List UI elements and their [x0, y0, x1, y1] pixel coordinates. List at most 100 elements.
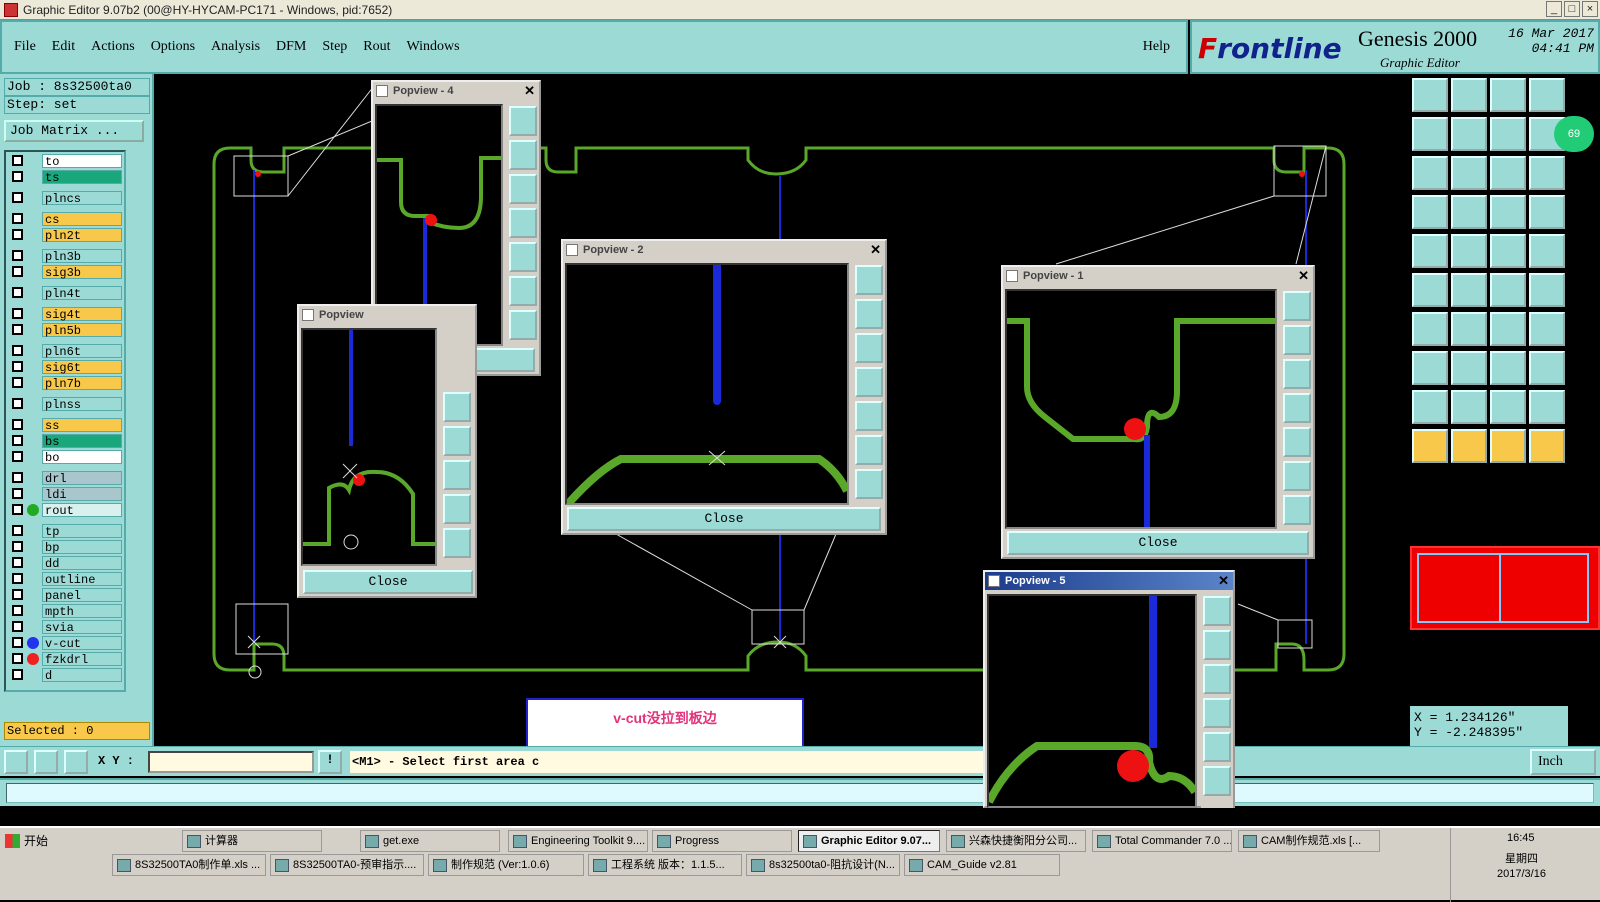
popview-1-view[interactable] [1005, 289, 1277, 529]
pan-up-icon[interactable] [855, 299, 883, 329]
layer-name[interactable]: pln6t [42, 344, 122, 359]
help-icon[interactable] [1529, 156, 1565, 190]
component-icon[interactable] [1529, 351, 1565, 385]
layer-row-v-cut[interactable]: v-cut [8, 636, 122, 651]
menu-actions[interactable]: Actions [91, 39, 135, 55]
layer-checkbox[interactable] [12, 308, 23, 319]
layer-name[interactable]: d [42, 668, 122, 683]
zoom-in-icon[interactable] [443, 494, 471, 524]
layer-row-d[interactable]: d [8, 668, 122, 683]
layer-name[interactable]: plncs [42, 191, 122, 206]
taskbar-item[interactable]: CAM制作规范.xls [... [1238, 830, 1380, 852]
select-box-icon[interactable] [1490, 429, 1526, 463]
popview-3-close-button[interactable]: Close [303, 570, 473, 594]
zoom-fit-icon[interactable] [855, 265, 883, 295]
popview-1-titlebar[interactable]: Popview - 1 ✕ [1003, 267, 1313, 285]
warn-icon[interactable] [1451, 390, 1487, 424]
net-icon[interactable] [1490, 195, 1526, 229]
pan-down-icon[interactable] [1203, 664, 1231, 694]
layer-name[interactable]: sig4t [42, 307, 122, 322]
layer-checkbox[interactable] [12, 345, 23, 356]
popview-4-close-x[interactable]: ✕ [524, 82, 535, 100]
layer-row-fzkdrl[interactable]: fzkdrl [8, 652, 122, 667]
scale-icon[interactable] [1490, 156, 1526, 190]
pan-right-icon[interactable] [443, 460, 471, 490]
layer-checkbox[interactable] [12, 605, 23, 616]
popview-2-titlebar[interactable]: Popview - 2 ✕ [563, 241, 885, 259]
layer-checkbox[interactable] [12, 621, 23, 632]
layer-row-pln7b[interactable]: pln7b [8, 376, 122, 391]
pointer-icon[interactable] [1412, 429, 1448, 463]
pan-down-icon[interactable] [443, 392, 471, 422]
pad-icon[interactable] [1412, 234, 1448, 268]
popview-3-window[interactable]: Popview Close [297, 304, 477, 598]
move-icon[interactable] [1412, 351, 1448, 385]
select-icon[interactable] [1451, 429, 1487, 463]
job-matrix-button[interactable]: Job Matrix ... [4, 120, 144, 142]
layer-row-bs[interactable]: bs [8, 434, 122, 449]
zoom-out-icon[interactable] [1283, 495, 1311, 525]
layer-row-drl[interactable]: drl [8, 471, 122, 486]
menu-edit[interactable]: Edit [52, 39, 75, 55]
layer-row-ss[interactable]: ss [8, 418, 122, 433]
popview-3-view[interactable] [301, 328, 437, 566]
cross-icon[interactable] [1451, 273, 1487, 307]
line-icon[interactable] [1451, 234, 1487, 268]
pan-right-icon[interactable] [1203, 732, 1231, 762]
layer-row-mpth[interactable]: mpth [8, 604, 122, 619]
menu-help[interactable]: Help [1143, 39, 1170, 55]
zoom-out-icon[interactable] [443, 528, 471, 558]
pan-down-icon[interactable] [855, 333, 883, 363]
popview-2-window[interactable]: Popview - 2 ✕ Close [561, 239, 887, 535]
layer-name[interactable]: bs [42, 434, 122, 449]
layer-checkbox[interactable] [12, 419, 23, 430]
layer-name[interactable]: bp [42, 540, 122, 555]
measure-icon[interactable] [34, 750, 58, 774]
pan-left-icon[interactable] [443, 426, 471, 456]
pan-up-icon[interactable] [509, 140, 537, 170]
taskbar-item[interactable]: 工程系统 版本：1.1.5... [588, 854, 742, 876]
layer-name[interactable]: mpth [42, 604, 122, 619]
route-path-icon[interactable] [1529, 429, 1565, 463]
zoom-out-icon[interactable] [855, 469, 883, 499]
layer-checkbox[interactable] [12, 324, 23, 335]
fit-vertical-icon[interactable] [1412, 156, 1448, 190]
minimap[interactable] [1410, 546, 1600, 630]
popview-2-close-button[interactable]: Close [567, 507, 881, 531]
menu-rout[interactable]: Rout [363, 39, 390, 55]
taskbar-item[interactable]: 8s32500ta0-阻抗设计(N... [746, 854, 900, 876]
layer-name[interactable]: v-cut [42, 636, 122, 651]
xy-input[interactable] [148, 751, 314, 773]
layer-checkbox[interactable] [12, 653, 23, 664]
popview-2-close-x[interactable]: ✕ [870, 241, 881, 259]
letter-a-icon[interactable] [1490, 390, 1526, 424]
layer-checkbox[interactable] [12, 361, 23, 372]
layer-name[interactable]: sig6t [42, 360, 122, 375]
menu-file[interactable]: File [14, 39, 36, 55]
layer-row-sig6t[interactable]: sig6t [8, 360, 122, 375]
menu-options[interactable]: Options [151, 39, 195, 55]
layer-row-dd[interactable]: dd [8, 556, 122, 571]
zoom-in-icon[interactable] [1203, 766, 1231, 796]
popview-4-titlebar[interactable]: Popview - 4 ✕ [373, 82, 539, 100]
layer-checkbox[interactable] [12, 472, 23, 483]
unit-selector[interactable]: Inch [1530, 749, 1596, 775]
layer-name[interactable]: outline [42, 572, 122, 587]
layer-row-svia[interactable]: svia [8, 620, 122, 635]
layer-name[interactable]: fzkdrl [42, 652, 122, 667]
route-icon[interactable] [1529, 273, 1565, 307]
layer-name[interactable]: to [42, 154, 122, 169]
pan-down-icon[interactable] [1283, 359, 1311, 389]
layer-checkbox[interactable] [12, 557, 23, 568]
circle-icon[interactable] [1529, 234, 1565, 268]
layer-checkbox[interactable] [12, 171, 23, 182]
layer-name[interactable]: plnss [42, 397, 122, 412]
layer-row-sig3b[interactable]: sig3b [8, 265, 122, 280]
grid-icon[interactable] [64, 750, 88, 774]
window-titlebar[interactable]: Graphic Editor 9.07b2 (00@HY-HYCAM-PC171… [0, 0, 1600, 20]
layer-row-bo[interactable]: bo [8, 450, 122, 465]
layer-row-pln4t[interactable]: pln4t [8, 286, 122, 301]
layer-checkbox[interactable] [12, 155, 23, 166]
pan-right-icon[interactable] [509, 242, 537, 272]
popview-5-close-x[interactable]: ✕ [1218, 572, 1229, 590]
